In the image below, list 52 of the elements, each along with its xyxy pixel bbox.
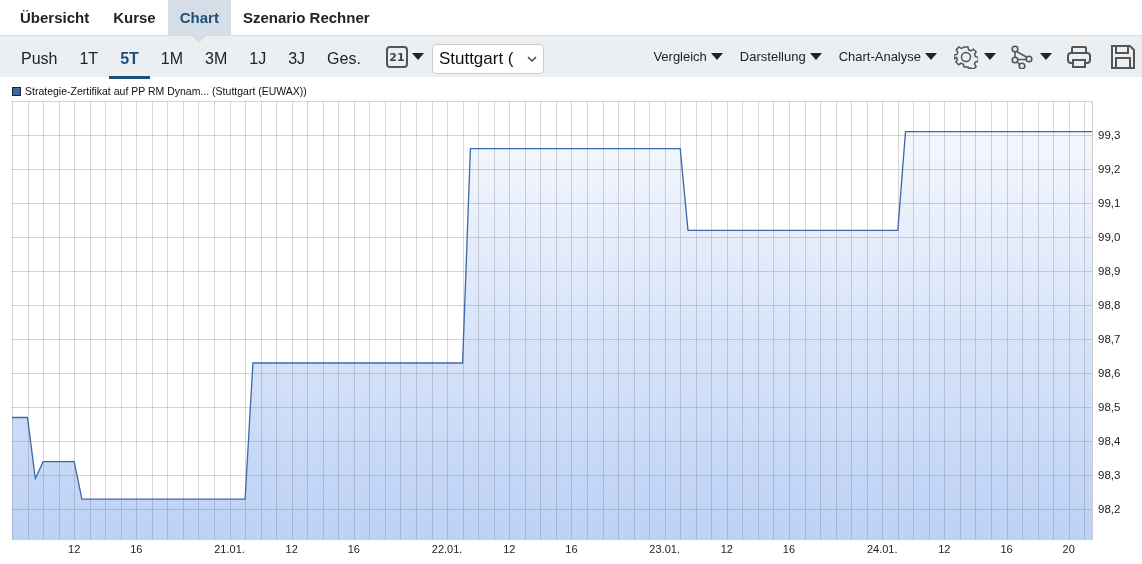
- x-axis-label: 16: [1000, 543, 1013, 555]
- legend-label: Strategie-Zertifikat auf PP RM Dynam... (Stuttgart (EUWAX)): [25, 85, 307, 97]
- period-tab[interactable]: Push: [10, 39, 69, 79]
- y-axis-label: 99,2: [1098, 163, 1121, 176]
- x-axis-label: 20: [1062, 543, 1075, 555]
- x-axis-label: 12: [503, 543, 516, 555]
- exchange-select[interactable]: Stuttgart (: [431, 43, 544, 74]
- save-icon[interactable]: [1110, 43, 1136, 70]
- y-axis-label: 98,4: [1098, 435, 1121, 448]
- y-axis-label: 98,3: [1098, 469, 1121, 482]
- y-axis-label: 98,2: [1098, 503, 1121, 516]
- period-tab[interactable]: 3M: [194, 39, 239, 79]
- x-axis-label: 22.01.: [431, 543, 463, 555]
- dropdown-menu[interactable]: Chart-Analyse: [838, 49, 937, 64]
- period-tab[interactable]: 1M: [149, 39, 195, 79]
- x-axis-label: 23.01.: [649, 543, 680, 555]
- y-axis-label: 98,8: [1098, 299, 1121, 312]
- y-axis-label: 98,7: [1098, 333, 1121, 346]
- x-axis-label: 16: [347, 543, 360, 555]
- x-axis-label: 16: [782, 543, 796, 555]
- legend-marker: [12, 86, 21, 96]
- x-axis-label: 12: [938, 543, 951, 555]
- print-icon[interactable]: [1066, 44, 1092, 69]
- period-tab[interactable]: 1T: [68, 39, 110, 79]
- y-axis-label: 98,9: [1098, 265, 1121, 278]
- dropdown-menu[interactable]: Darstellung: [739, 49, 822, 64]
- x-axis-label: 12: [285, 543, 298, 555]
- x-axis-label: 12: [68, 543, 81, 555]
- period-tab[interactable]: Ges.: [316, 39, 372, 79]
- tab[interactable]: Übersicht: [8, 0, 102, 35]
- y-axis-label: 99,0: [1098, 231, 1121, 244]
- tab[interactable]: Szenario Rechner: [230, 0, 382, 35]
- x-axis-label: 12: [720, 543, 733, 555]
- settings-button[interactable]: [954, 44, 996, 69]
- tab[interactable]: Kurse: [101, 0, 168, 35]
- chevron-icon: [526, 53, 537, 64]
- period-tab[interactable]: 3J: [277, 39, 317, 79]
- tab[interactable]: Chart: [167, 0, 231, 35]
- share-icon: [1010, 44, 1034, 69]
- y-axis-label: 98,6: [1098, 367, 1121, 380]
- x-axis-label: 21.01.: [214, 543, 245, 555]
- period-tab[interactable]: 1J: [238, 39, 278, 79]
- period-tab[interactable]: 5T: [109, 39, 150, 79]
- share-button[interactable]: [1010, 44, 1052, 69]
- settings-icon: [954, 44, 978, 69]
- y-axis-label: 98,5: [1098, 401, 1121, 414]
- x-axis-label: 16: [130, 543, 143, 555]
- y-axis-label: 99,1: [1098, 197, 1121, 210]
- y-axis-label: 99,3: [1098, 129, 1121, 142]
- x-axis-label: 16: [565, 543, 578, 555]
- dropdown-menu[interactable]: Vergleich: [653, 49, 723, 64]
- x-axis-label: 24.01.: [866, 543, 898, 555]
